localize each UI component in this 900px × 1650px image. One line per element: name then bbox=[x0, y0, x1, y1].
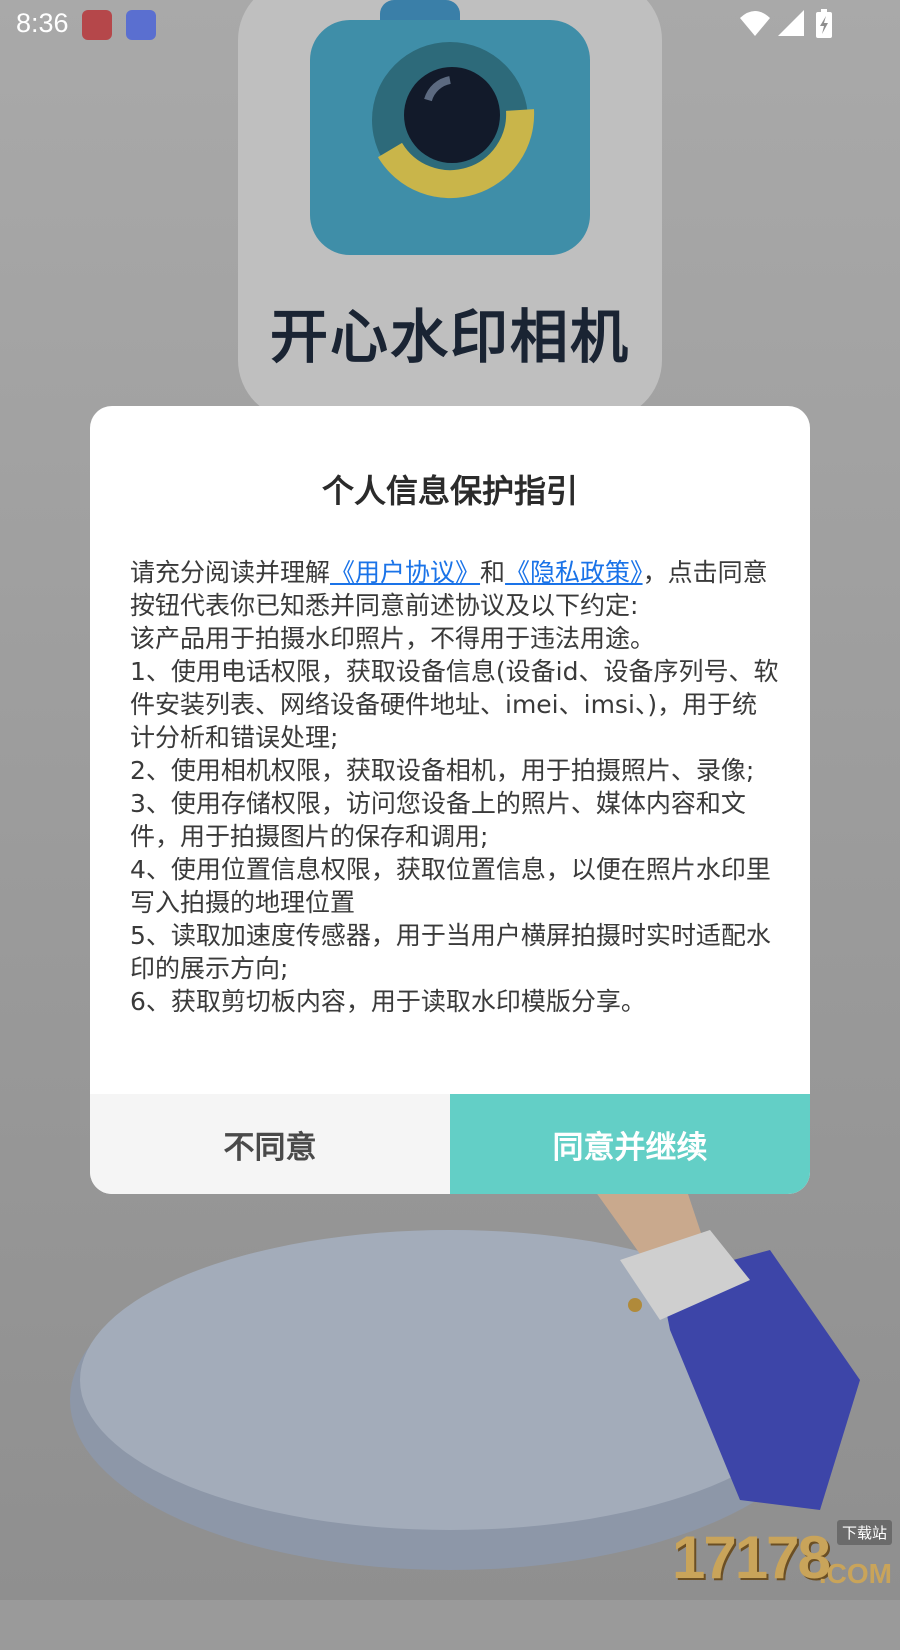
permission-item-5: 5、读取加速度传感器，用于当用户横屏拍摄时实时适配水印的展示方向; bbox=[130, 921, 771, 983]
privacy-policy-link[interactable]: 《隐私政策》 bbox=[505, 558, 643, 587]
watermark-tag: 下载站 bbox=[836, 1520, 892, 1545]
user-agreement-link[interactable]: 《用户协议》 bbox=[330, 558, 480, 587]
dialog-title: 个人信息保护指引 bbox=[321, 472, 578, 510]
watermark-suffix: .COM bbox=[818, 1558, 892, 1589]
permission-item-3: 3、使用存储权限，访问您设备上的照片、媒体内容和文件，用于拍摄图片的保存和调用; bbox=[130, 789, 746, 851]
permission-item-4: 4、使用位置信息权限，获取位置信息，以便在照片水印里写入拍摄的地理位置 bbox=[130, 855, 771, 917]
signal-icon bbox=[778, 10, 804, 36]
battery-charging-icon bbox=[816, 9, 832, 38]
permission-item-1: 1、使用电话权限，获取设备信息(设备id、设备序列号、软件安装列表、网络设备硬件… bbox=[130, 657, 779, 752]
status-bar: 8:36 bbox=[0, 0, 900, 50]
weibo-notification-icon bbox=[82, 10, 112, 40]
app-name: 开心水印相机 bbox=[269, 303, 630, 371]
permission-item-2: 2、使用相机权限，获取设备相机，用于拍摄照片、录像; bbox=[130, 756, 755, 785]
watermark-number: 17178 bbox=[672, 1524, 831, 1591]
dialog-body: 请充分阅读并理解《用户协议》和《隐私政策》，点击同意按钮代表你已知悉并同意前述协… bbox=[130, 556, 782, 1018]
intro-and: 和 bbox=[480, 558, 506, 587]
privacy-dialog: 个人信息保护指引 请充分阅读并理解《用户协议》和《隐私政策》，点击同意按钮代表你… bbox=[90, 406, 810, 1194]
disagree-button[interactable]: 不同意 bbox=[90, 1094, 450, 1194]
status-icons bbox=[740, 9, 832, 38]
wifi-icon bbox=[740, 11, 770, 36]
purpose-text: 该产品用于拍摄水印照片，不得用于违法用途。 bbox=[130, 624, 656, 653]
intro-prefix: 请充分阅读并理解 bbox=[130, 558, 331, 587]
agree-continue-button[interactable]: 同意并继续 bbox=[450, 1094, 810, 1194]
app-notification-icon bbox=[126, 10, 156, 40]
site-watermark: 17178 下载站 .COM bbox=[672, 1520, 892, 1592]
mascot-leg-illustration bbox=[580, 1170, 860, 1510]
status-time: 8:36 bbox=[16, 8, 69, 38]
permission-item-6: 6、获取剪切板内容，用于读取水印模版分享。 bbox=[130, 987, 646, 1016]
